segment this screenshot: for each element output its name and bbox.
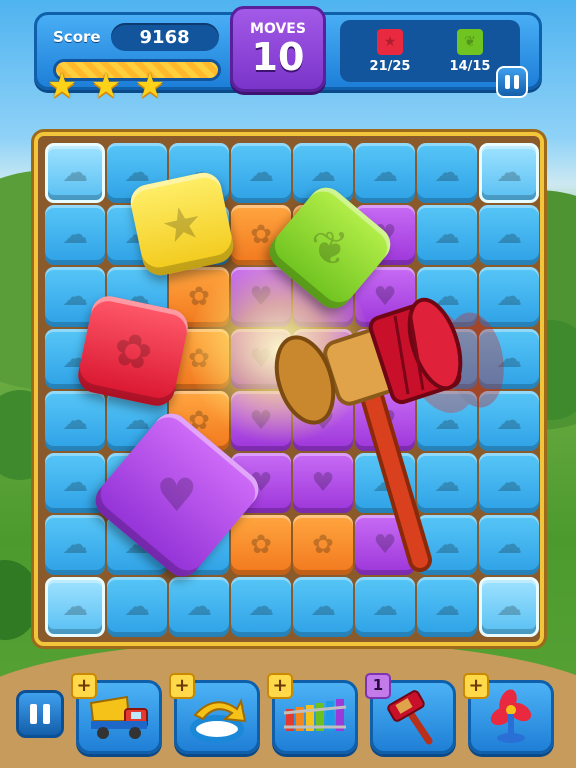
goals-panel: ★ 21/25 ❦ 14/15 — [340, 20, 520, 82]
blue-tile-symbol: ☁ — [62, 530, 88, 560]
moves-value: 10 — [251, 35, 305, 79]
blue-tile-symbol: ☁ — [310, 592, 336, 622]
glass-tile[interactable]: ☁ — [479, 143, 539, 203]
blue-tile[interactable]: ☁ — [417, 143, 477, 203]
hammer-icon — [274, 297, 504, 572]
score-panel: Score 9168 — [53, 23, 219, 51]
glass-tile-symbol: ☁ — [496, 592, 522, 622]
blue-tile-symbol: ☁ — [496, 220, 522, 250]
red-flower-block: ✿ — [74, 292, 192, 410]
glass-tile[interactable]: ☁ — [45, 577, 105, 637]
glass-tile[interactable]: ☁ — [479, 577, 539, 637]
booster-hammer-button[interactable]: 1 — [365, 673, 456, 754]
blue-tile-symbol: ☁ — [372, 592, 398, 622]
booster-xylophone-button[interactable]: + — [267, 673, 358, 754]
blue-tile-symbol: ☁ — [124, 592, 150, 622]
blue-tile-symbol: ☁ — [62, 406, 88, 436]
blue-tile[interactable]: ☁ — [45, 205, 105, 265]
orange-tile-symbol: ✿ — [250, 220, 272, 250]
goal-count: 14/15 — [449, 58, 491, 74]
green-leaf-block-icon: ❦ — [457, 28, 483, 55]
goal-count: 21/25 — [369, 58, 411, 74]
blue-tile-symbol: ☁ — [434, 158, 460, 188]
blue-tile[interactable]: ☁ — [479, 205, 539, 265]
moves-panel: MOVES 10 — [230, 6, 326, 92]
booster-count-badge: 1 — [365, 673, 391, 699]
star-rating: ★ ★ ★ — [46, 66, 166, 106]
glass-tile-symbol: ☁ — [62, 158, 88, 188]
red-star-block-icon: ★ — [377, 28, 403, 55]
blue-tile-symbol: ☁ — [62, 282, 88, 312]
booster-fan-button[interactable]: + — [463, 673, 554, 754]
blue-tile[interactable]: ☁ — [231, 143, 291, 203]
blue-tile-symbol: ☁ — [434, 592, 460, 622]
glass-tile-symbol: ☁ — [62, 592, 88, 622]
blue-tile-symbol: ☁ — [62, 468, 88, 498]
blue-tile-symbol: ☁ — [372, 158, 398, 188]
blue-tile-symbol: ☁ — [434, 220, 460, 250]
blue-tile[interactable]: ☁ — [417, 577, 477, 637]
score-value: 9168 — [110, 23, 219, 51]
blue-tile[interactable]: ☁ — [169, 577, 229, 637]
blue-tile[interactable]: ☁ — [417, 205, 477, 265]
star-icon: ★ — [90, 66, 122, 106]
booster-count-badge: + — [463, 673, 489, 699]
booster-swap-button[interactable]: + — [169, 673, 260, 754]
hammer-icon — [387, 690, 433, 745]
goal-red-blocks: ★ 21/25 — [369, 28, 411, 74]
pause-icon — [30, 704, 37, 724]
blue-tile-symbol: ☁ — [310, 158, 336, 188]
star-icon: ★ — [134, 66, 166, 106]
blue-tile-symbol: ☁ — [62, 220, 88, 250]
dump-truck-icon — [89, 695, 148, 739]
booster-count-badge: + — [71, 673, 97, 699]
booster-dump-truck-button[interactable]: + — [71, 673, 162, 754]
pause-icon — [43, 704, 50, 724]
blue-tile[interactable]: ☁ — [293, 577, 353, 637]
blue-tile-symbol: ☁ — [186, 592, 212, 622]
pause-icon — [505, 75, 510, 89]
score-label: Score — [53, 28, 101, 46]
blue-tile-symbol: ☁ — [248, 592, 274, 622]
pause-button-top[interactable] — [496, 66, 528, 98]
blue-tile[interactable]: ☁ — [355, 143, 415, 203]
blue-tile-symbol: ☁ — [248, 158, 274, 188]
pause-button-bottom[interactable] — [16, 690, 64, 738]
glass-tile-symbol: ☁ — [496, 158, 522, 188]
goal-green-blocks: ❦ 14/15 — [449, 28, 491, 74]
blue-tile[interactable]: ☁ — [355, 577, 415, 637]
blue-tile[interactable]: ☁ — [107, 577, 167, 637]
booster-count-badge: + — [169, 673, 195, 699]
blue-tile[interactable]: ☁ — [45, 515, 105, 575]
glass-tile[interactable]: ☁ — [45, 143, 105, 203]
pause-icon — [514, 75, 519, 89]
blue-tile[interactable]: ☁ — [231, 577, 291, 637]
blue-tile[interactable]: ☁ — [45, 391, 105, 451]
fan-icon — [490, 689, 532, 743]
yellow-star-block: ★ — [127, 169, 237, 279]
star-icon: ★ — [46, 66, 78, 106]
xylophone-icon — [283, 699, 347, 731]
booster-count-badge: + — [267, 673, 293, 699]
swap-arrow-icon — [190, 697, 247, 743]
blue-tile-symbol: ☁ — [124, 406, 150, 436]
